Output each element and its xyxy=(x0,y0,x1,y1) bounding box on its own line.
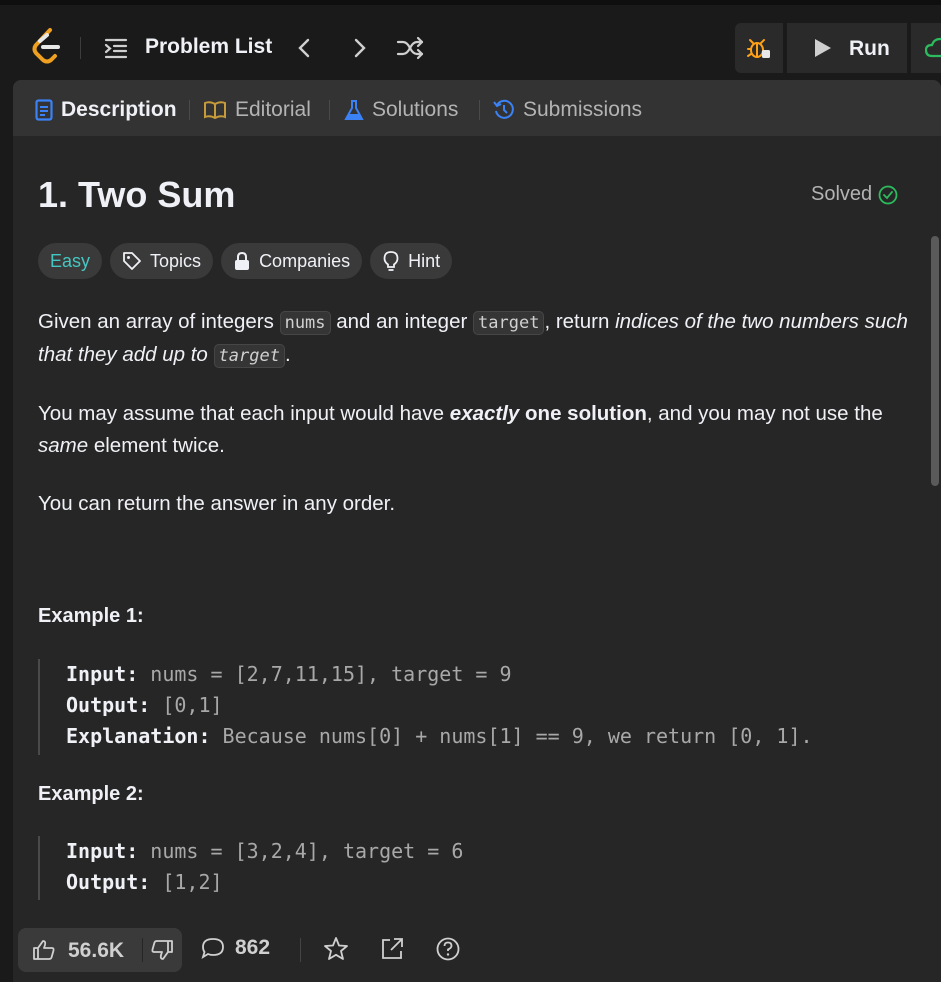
description-paragraph: You may assume that each input would hav… xyxy=(38,402,883,457)
tab-solutions-label: Solutions xyxy=(372,98,459,121)
cloud-upload-icon xyxy=(925,37,941,58)
run-controls: Run xyxy=(735,23,941,73)
tab-description[interactable]: Description xyxy=(35,96,177,124)
example-heading: Example 1: xyxy=(38,605,144,627)
submit-button[interactable] xyxy=(911,23,941,73)
companies-chip[interactable]: Companies xyxy=(221,243,363,279)
lock-icon xyxy=(235,251,250,270)
debug-button[interactable] xyxy=(735,23,783,73)
thumbs-up-icon[interactable] xyxy=(32,939,56,961)
run-button[interactable]: Run xyxy=(787,23,907,73)
tab-divider xyxy=(189,100,190,120)
bug-icon xyxy=(747,39,770,58)
tag-chips: Easy Topics Companies Hint xyxy=(38,243,453,279)
help-icon[interactable] xyxy=(435,936,461,962)
tab-divider xyxy=(479,100,480,120)
history-icon xyxy=(493,99,514,119)
companies-label: Companies xyxy=(259,250,351,271)
top-navbar: Problem List Run xyxy=(0,0,941,80)
like-count: 56.6K xyxy=(68,939,125,962)
example-heading: Example 2: xyxy=(38,783,144,805)
chevron-left-icon[interactable] xyxy=(293,35,317,61)
tag-icon xyxy=(123,252,141,270)
inline-code: target xyxy=(213,344,285,368)
action-divider xyxy=(300,938,301,962)
tab-submissions[interactable]: Submissions xyxy=(493,96,642,124)
book-icon xyxy=(204,101,226,120)
check-circle-icon xyxy=(878,185,898,204)
inline-code: target xyxy=(473,311,545,335)
description-paragraph: Given an array of integers nums and an i… xyxy=(38,310,908,368)
description-panel: Description Editorial Solutions Submissi… xyxy=(13,80,941,982)
example-block: Input: nums = [3,2,4], target = 6 Output… xyxy=(38,836,463,900)
description-icon xyxy=(35,99,53,121)
run-label: Run xyxy=(849,37,890,60)
tab-editorial-label: Editorial xyxy=(235,98,311,121)
description-paragraph: You can return the answer in any order. xyxy=(38,492,396,515)
tab-divider xyxy=(329,100,330,120)
topics-label: Topics xyxy=(150,250,202,271)
problem-list-link[interactable]: Problem List xyxy=(145,35,272,59)
comments-button[interactable]: 862 xyxy=(201,936,270,960)
tab-solutions[interactable]: Solutions xyxy=(344,96,458,124)
hint-label: Hint xyxy=(408,250,441,271)
lightbulb-icon xyxy=(383,251,399,271)
scrollbar-thumb[interactable] xyxy=(931,236,939,486)
star-icon[interactable] xyxy=(323,936,349,962)
topics-chip[interactable]: Topics xyxy=(110,243,214,279)
comment-icon xyxy=(201,938,224,959)
solved-status: Solved xyxy=(811,183,898,206)
divider xyxy=(80,37,81,59)
play-icon xyxy=(815,39,831,57)
vote-divider xyxy=(142,938,143,962)
shuffle-icon[interactable] xyxy=(396,35,424,61)
tab-description-label: Description xyxy=(61,98,177,121)
problem-description: Given an array of integers nums and an i… xyxy=(38,306,908,546)
tab-editorial[interactable]: Editorial xyxy=(203,96,311,124)
leetcode-logo-icon[interactable] xyxy=(30,27,64,65)
problem-title: 1. Two Sum xyxy=(38,174,236,215)
comment-count: 862 xyxy=(235,936,271,959)
difficulty-badge: Easy xyxy=(38,243,103,279)
example-block: Input: nums = [2,7,11,15], target = 9 Ou… xyxy=(38,659,813,755)
chevron-right-icon[interactable] xyxy=(347,35,371,61)
inline-code: nums xyxy=(279,311,331,335)
share-icon[interactable] xyxy=(379,936,405,962)
vote-group: 56.6K xyxy=(18,928,182,972)
tab-submissions-label: Submissions xyxy=(523,98,643,121)
solved-label: Solved xyxy=(811,183,873,205)
list-icon[interactable] xyxy=(104,37,128,59)
flask-icon xyxy=(344,100,364,120)
hint-chip[interactable]: Hint xyxy=(370,243,453,279)
thumbs-down-icon[interactable] xyxy=(150,939,174,961)
panel-tabs: Description Editorial Solutions Submissi… xyxy=(13,80,941,136)
action-bar: 56.6K 862 xyxy=(13,920,941,982)
scrollbar[interactable] xyxy=(929,136,941,926)
